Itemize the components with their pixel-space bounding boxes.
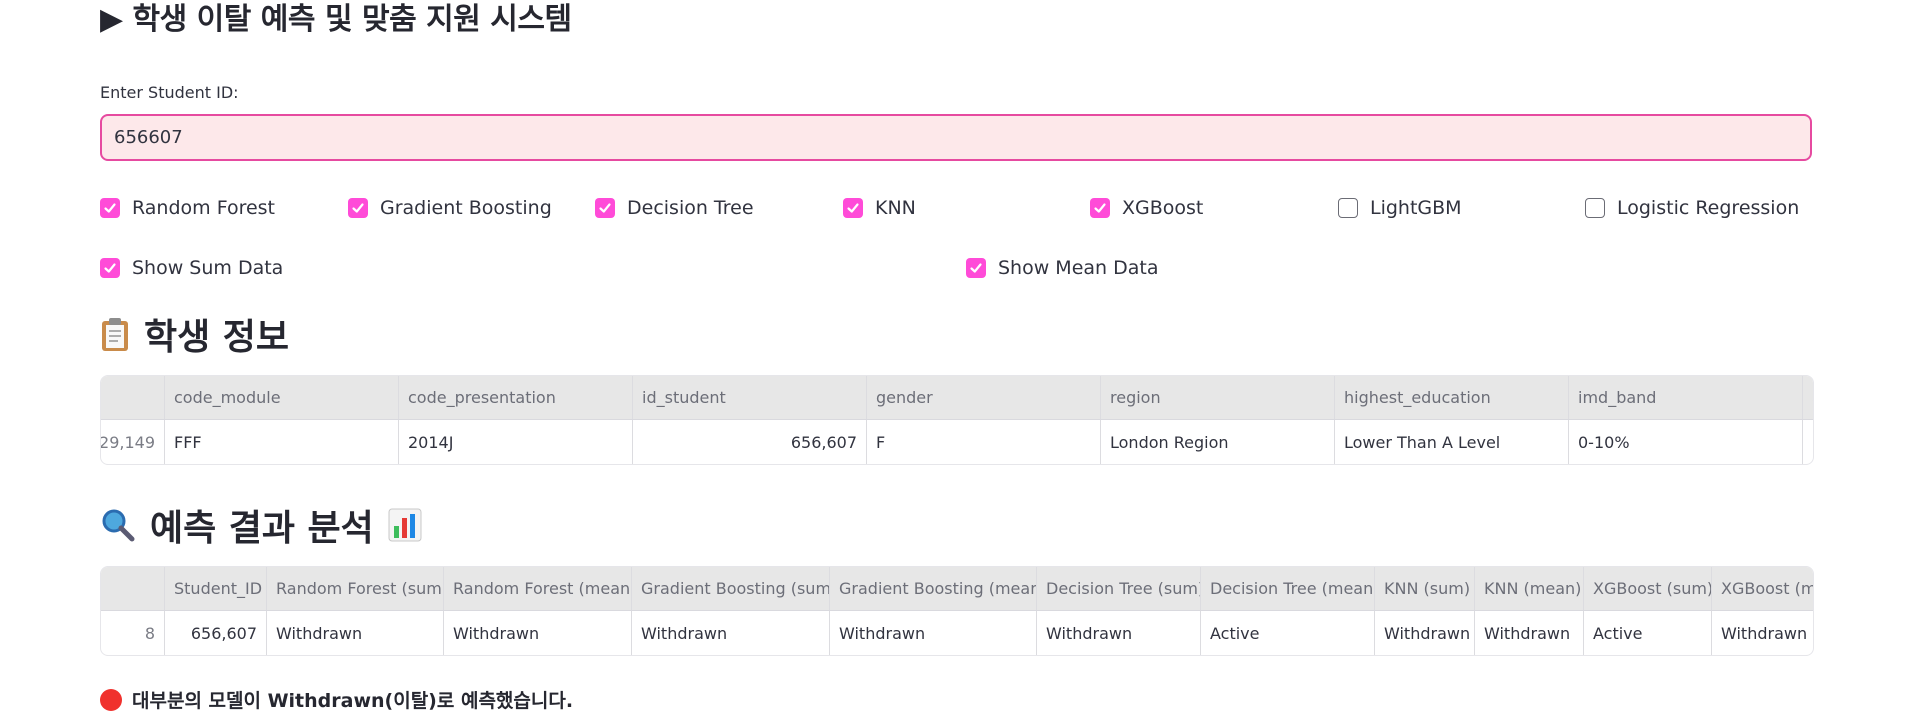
column-header[interactable]: Gradient Boosting (sum)	[632, 567, 830, 610]
checkbox-unchecked-icon	[1338, 198, 1358, 218]
column-header[interactable]	[101, 376, 165, 419]
column-header[interactable]: id_student	[633, 376, 867, 419]
checkbox-decision-tree[interactable]: Decision Tree	[595, 193, 754, 223]
table-cell: FFF	[165, 420, 399, 464]
magnifier-icon	[100, 507, 136, 543]
column-header[interactable]: XGBoost (me	[1712, 567, 1813, 610]
table-cell: Withdrawn	[1375, 611, 1475, 655]
checkbox-checked-icon	[966, 258, 986, 278]
column-header[interactable]: Student_ID	[165, 567, 267, 610]
column-header[interactable]: a	[1803, 376, 1813, 419]
column-header[interactable]: region	[1101, 376, 1335, 419]
checkbox-show-mean-data[interactable]: Show Mean Data	[966, 253, 1158, 283]
data-checkbox-row: Show Sum Data Show Mean Data	[100, 253, 1812, 283]
checkbox-xgboost[interactable]: XGBoost	[1090, 193, 1203, 223]
column-header[interactable]: code_presentation	[399, 376, 633, 419]
table-cell: Withdrawn	[1475, 611, 1584, 655]
column-header[interactable]: XGBoost (sum)	[1584, 567, 1712, 610]
table-cell: London Region	[1101, 420, 1335, 464]
column-header[interactable]: Random Forest (mean)	[444, 567, 632, 610]
prediction-table[interactable]: Student_ID Random Forest (sum) Random Fo…	[100, 566, 1814, 656]
conclusion-text: 대부분의 모델이 Withdrawn(이탈)로 예측했습니다.	[132, 690, 574, 712]
table-cell: 0-10%	[1569, 420, 1803, 464]
model-checkbox-row: Random Forest Gradient Boosting Decision…	[100, 193, 1812, 223]
checkbox-label: Random Forest	[132, 197, 276, 219]
bar-chart-icon	[388, 508, 422, 542]
checkbox-label: XGBoost	[1122, 197, 1204, 219]
checkbox-random-forest[interactable]: Random Forest	[100, 193, 275, 223]
row-index-cell: 8	[101, 611, 165, 655]
checkbox-show-sum-data[interactable]: Show Sum Data	[100, 253, 283, 283]
table-cell: F	[867, 420, 1101, 464]
checkbox-label: Logistic Regression	[1617, 197, 1800, 219]
table-cell: 2014J	[399, 420, 633, 464]
table-header-row: code_module code_presentation id_student…	[101, 376, 1813, 420]
checkbox-unchecked-icon	[1585, 198, 1605, 218]
table-cell: Withdrawn	[444, 611, 632, 655]
table-cell: Lower Than A Level	[1335, 420, 1569, 464]
table-cell: Withdrawn	[267, 611, 444, 655]
table-header-row: Student_ID Random Forest (sum) Random Fo…	[101, 567, 1813, 611]
student-id-label: Enter Student ID:	[100, 83, 239, 102]
row-index-cell: 29,149	[101, 420, 165, 464]
table-cell: (	[1803, 420, 1813, 464]
column-header[interactable]	[101, 567, 165, 610]
table-cell: Active	[1584, 611, 1712, 655]
column-header[interactable]: gender	[867, 376, 1101, 419]
checkbox-checked-icon	[100, 198, 120, 218]
page-title: ▶ 학생 이탈 예측 및 맞춤 지원 시스템	[100, 2, 572, 37]
checkbox-lightgbm[interactable]: LightGBM	[1338, 193, 1462, 223]
table-cell: Withdrawn	[1037, 611, 1201, 655]
table-cell: Withdrawn	[1721, 623, 1808, 643]
checkbox-logistic-regression[interactable]: Logistic Regression	[1585, 193, 1799, 223]
checkbox-checked-icon	[100, 258, 120, 278]
checkbox-label: Show Sum Data	[132, 257, 284, 279]
checkbox-knn[interactable]: KNN	[843, 193, 916, 223]
table-cell: Active	[1201, 611, 1375, 655]
column-header[interactable]: imd_band	[1569, 376, 1803, 419]
column-header[interactable]: Decision Tree (sum)	[1037, 567, 1201, 610]
table-cell: Withdrawn	[632, 611, 830, 655]
column-header[interactable]: code_module	[165, 376, 399, 419]
checkbox-checked-icon	[595, 198, 615, 218]
section-title-text: 학생 정보	[144, 317, 290, 358]
checkbox-label: Gradient Boosting	[380, 197, 552, 219]
column-header[interactable]: Gradient Boosting (mean)	[830, 567, 1037, 610]
student-id-input[interactable]	[100, 114, 1812, 161]
table-cell: Withdrawn	[830, 611, 1037, 655]
prediction-conclusion: 대부분의 모델이 Withdrawn(이탈)로 예측했습니다.	[100, 686, 573, 713]
column-header[interactable]: KNN (sum)	[1375, 567, 1475, 610]
section-title-text: 예측 결과 분석	[150, 508, 374, 549]
checkbox-checked-icon	[348, 198, 368, 218]
student-info-heading: 학생 정보	[100, 308, 289, 360]
clipboard-icon	[100, 316, 130, 352]
table-cell: 656,607	[633, 420, 867, 464]
red-circle-icon	[100, 688, 122, 711]
checkbox-checked-icon	[1090, 198, 1110, 218]
checkbox-checked-icon	[843, 198, 863, 218]
student-info-table[interactable]: code_module code_presentation id_student…	[100, 375, 1814, 465]
prediction-heading: 예측 결과 분석	[100, 499, 422, 551]
column-header[interactable]: Decision Tree (mean)	[1201, 567, 1375, 610]
table-row[interactable]: 29,149 FFF 2014J 656,607 F London Region…	[101, 420, 1813, 464]
checkbox-label: LightGBM	[1370, 197, 1462, 219]
column-header[interactable]: Random Forest (sum)	[267, 567, 444, 610]
checkbox-gradient-boosting[interactable]: Gradient Boosting	[348, 193, 552, 223]
column-header[interactable]: KNN (mean)	[1475, 567, 1584, 610]
checkbox-label: Show Mean Data	[998, 257, 1159, 279]
checkbox-label: Decision Tree	[627, 197, 754, 219]
table-row[interactable]: 8 656,607 Withdrawn Withdrawn Withdrawn …	[101, 611, 1813, 655]
table-cell: 656,607	[165, 611, 267, 655]
checkbox-label: KNN	[875, 197, 916, 219]
column-header[interactable]: highest_education	[1335, 376, 1569, 419]
